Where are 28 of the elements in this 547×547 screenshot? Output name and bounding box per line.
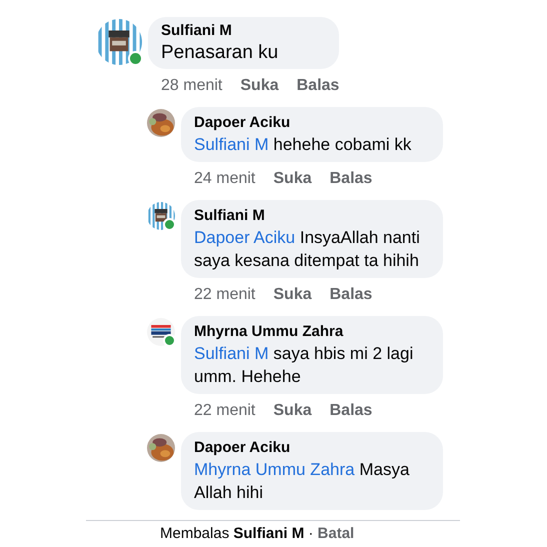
comment-text: Mhyrna Ummu Zahra Masya Allah hihi: [194, 459, 410, 504]
reply-button[interactable]: Balas: [296, 77, 340, 95]
like-button[interactable]: Suka: [273, 170, 312, 188]
cancel-link[interactable]: Batal: [318, 525, 354, 542]
mention-link[interactable]: Dapoer Aciku: [194, 228, 296, 247]
like-button[interactable]: Suka: [273, 402, 312, 420]
comment-time: 22 menit: [194, 402, 256, 420]
comment-time: 22 menit: [194, 286, 256, 304]
mention-link[interactable]: Sulfiani M: [194, 344, 269, 363]
reply-button[interactable]: Balas: [330, 402, 372, 420]
comment-text: Sulfiani M hehehe cobami kk: [194, 134, 412, 156]
author-name[interactable]: Sulfiani M: [161, 21, 232, 41]
comment-time: 24 menit: [194, 170, 256, 188]
author-name[interactable]: Dapoer Aciku: [194, 438, 290, 458]
comment-text: Dapoer Aciku InsyaAllah nanti saya kesana ditempat ta hihih: [194, 227, 421, 272]
mention-link[interactable]: Mhyrna Ummu Zahra: [194, 460, 355, 479]
author-name[interactable]: Sulfiani M: [194, 206, 265, 226]
like-button[interactable]: Suka: [240, 77, 279, 95]
mention-link[interactable]: Sulfiani M: [194, 135, 269, 154]
author-name[interactable]: Mhyrna Ummu Zahra: [194, 322, 344, 342]
reply-button[interactable]: Balas: [330, 286, 372, 304]
comment-text: Sulfiani M saya hbis mi 2 lagi umm. Hehehe: [194, 343, 414, 388]
author-name[interactable]: Dapoer Aciku: [194, 113, 290, 133]
like-button[interactable]: Suka: [273, 286, 312, 304]
comment-time: 28 menit: [161, 77, 222, 95]
replying-to-text: Membalas Sulfiani M ·: [160, 525, 314, 542]
reply-button[interactable]: Balas: [330, 170, 372, 188]
comment-text: Penasaran ku: [161, 41, 278, 64]
